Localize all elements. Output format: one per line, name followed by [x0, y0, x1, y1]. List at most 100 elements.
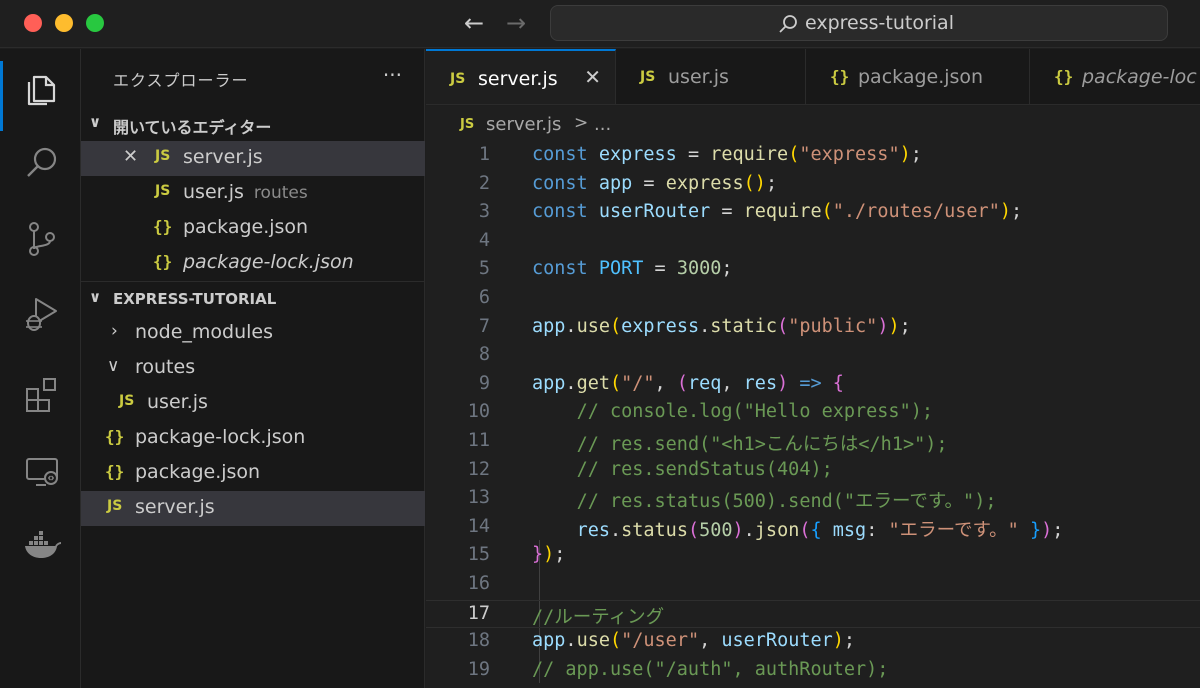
search-icon	[779, 15, 797, 33]
tab-label: package.json	[858, 66, 984, 88]
line-number: 4	[478, 229, 490, 251]
file-name: server.js	[183, 146, 263, 168]
json-file-icon: {}	[105, 427, 125, 446]
js-file-icon: JS	[119, 393, 135, 409]
open-editors-header[interactable]: ∨ 開いているエディター	[81, 107, 425, 141]
open-editor-item[interactable]: {} package.json	[81, 211, 425, 246]
tab-server-js[interactable]: JS server.js ✕	[426, 49, 616, 104]
chevron-down-icon: ∨	[89, 113, 102, 131]
code-line[interactable]: 5 const PORT = 3000;	[426, 256, 1200, 285]
code-line[interactable]: 13 // res.status(500).send("エラーです。");	[426, 485, 1200, 514]
code-line[interactable]: 6	[426, 285, 1200, 314]
line-number: 19	[467, 658, 490, 680]
line-number: 1	[478, 144, 490, 165]
code-text: app.use(express.static("public"));	[532, 315, 911, 337]
line-number: 2	[478, 172, 490, 194]
code-text: const app = express();	[532, 172, 778, 194]
code-line[interactable]: 3 const userRouter = require("./routes/us…	[426, 199, 1200, 228]
code-line[interactable]: 12 // res.sendStatus(404);	[426, 457, 1200, 486]
js-file-icon: JS	[450, 71, 466, 87]
line-number: 13	[467, 487, 490, 509]
open-editor-item[interactable]: ✕ JS server.js	[81, 141, 425, 176]
close-window-button[interactable]	[24, 14, 42, 32]
file-name: user.js	[183, 181, 244, 203]
project-header[interactable]: ∨ EXPRESS-TUTORIAL	[81, 282, 425, 316]
line-number: 8	[478, 344, 490, 366]
more-actions-icon[interactable]: ···	[383, 63, 402, 87]
tree-file-user-js[interactable]: JS user.js	[81, 386, 425, 421]
code-line[interactable]: 18 app.use("/user", userRouter);	[426, 628, 1200, 657]
code-text: res.status(500).json({ msg: "エラーです。" });	[576, 519, 1064, 541]
file-name: package.json	[183, 216, 309, 238]
code-line[interactable]: 15});	[426, 542, 1200, 571]
chevron-right-icon: >	[574, 113, 589, 133]
tree-file-package-lock[interactable]: {} package-lock.json	[81, 421, 425, 456]
chevron-down-icon: ∨	[89, 288, 102, 306]
code-line[interactable]: 11 // res.send("<h1>こんにちは</h1>");	[426, 428, 1200, 457]
code-line[interactable]: 1 const express = require("express");	[426, 142, 1200, 171]
open-editor-item[interactable]: JS user.js routes	[81, 176, 425, 211]
tree-folder-node-modules[interactable]: › node_modules	[81, 316, 425, 351]
json-file-icon: {}	[105, 462, 125, 481]
close-icon[interactable]: ✕	[584, 65, 601, 89]
file-name: server.js	[135, 496, 215, 518]
code-editor[interactable]: 1 const express = require("express"); 2 con…	[426, 142, 1200, 688]
line-number: 9	[478, 372, 490, 394]
file-name: user.js	[147, 391, 208, 413]
code-line[interactable]: 14 res.status(500).json({ msg: "エラーです。" …	[426, 514, 1200, 543]
code-line[interactable]: 9 app.get("/", (req, res) => {	[426, 371, 1200, 400]
explorer-icon[interactable]	[18, 65, 66, 113]
code-line[interactable]: 2 const app = express();	[426, 171, 1200, 200]
title-bar: ← → express-tutorial	[0, 0, 1200, 48]
line-number: 6	[478, 287, 490, 308]
json-file-icon: {}	[153, 252, 173, 271]
code-line[interactable]: 8	[426, 342, 1200, 371]
breadcrumb: JS server.js > ...	[426, 106, 1200, 142]
tab-label: server.js	[478, 68, 558, 90]
code-text: app.use("/user", userRouter);	[532, 630, 856, 652]
sidebar-title: エクスプローラー	[113, 71, 249, 90]
docker-icon[interactable]	[18, 521, 66, 569]
breadcrumb-symbols[interactable]: ...	[594, 114, 611, 135]
code-text: const express = require("express");	[532, 144, 922, 165]
code-text: const PORT = 3000;	[532, 258, 733, 280]
remote-explorer-icon[interactable]	[18, 447, 66, 495]
chevron-right-icon: ›	[111, 321, 118, 341]
js-file-icon: JS	[640, 69, 656, 85]
arrow-right-icon[interactable]: →	[506, 8, 526, 38]
maximize-window-button[interactable]	[86, 14, 104, 32]
js-file-icon: JS	[107, 498, 123, 514]
code-line[interactable]: 16	[426, 571, 1200, 600]
line-number: 15	[467, 544, 490, 566]
tree-file-server-js[interactable]: JS server.js	[81, 491, 425, 526]
minimize-window-button[interactable]	[55, 14, 73, 32]
search-icon[interactable]	[18, 139, 66, 187]
file-name: package-lock.json	[183, 251, 354, 273]
tab-package-lock-json[interactable]: {} package-loc	[1030, 49, 1200, 104]
line-number: 10	[467, 401, 490, 423]
tab-package-json[interactable]: {} package.json	[806, 49, 1030, 104]
extensions-icon[interactable]	[18, 371, 66, 419]
tree-file-package-json[interactable]: {} package.json	[81, 456, 425, 491]
folder-name: routes	[135, 356, 196, 378]
code-line[interactable]: 17 //ルーティング	[426, 599, 1200, 629]
source-control-icon[interactable]	[18, 215, 66, 263]
tab-user-js[interactable]: JS user.js	[616, 49, 806, 104]
js-file-icon: JS	[155, 183, 171, 199]
code-line[interactable]: 10 // console.log("Hello express");	[426, 399, 1200, 428]
code-line[interactable]: 19 // app.use("/auth", authRouter);	[426, 657, 1200, 686]
line-number: 17	[467, 602, 490, 624]
json-file-icon: {}	[153, 217, 173, 236]
breadcrumb-file[interactable]: server.js	[486, 114, 561, 135]
arrow-left-icon[interactable]: ←	[464, 8, 484, 38]
tree-folder-routes[interactable]: ∨ routes	[81, 351, 425, 386]
editor-tabs: JS server.js ✕ JS user.js {} package.jso…	[426, 49, 1200, 105]
code-line[interactable]: 7 app.use(express.static("public"));	[426, 314, 1200, 343]
open-editor-item[interactable]: {} package-lock.json	[81, 246, 425, 281]
close-icon[interactable]: ✕	[123, 146, 138, 167]
run-debug-icon[interactable]	[18, 289, 66, 337]
code-line[interactable]: 4	[426, 228, 1200, 257]
command-center-search[interactable]: express-tutorial	[550, 5, 1168, 41]
tab-label: package-loc	[1082, 66, 1197, 88]
code-text: // console.log("Hello express");	[576, 401, 933, 423]
